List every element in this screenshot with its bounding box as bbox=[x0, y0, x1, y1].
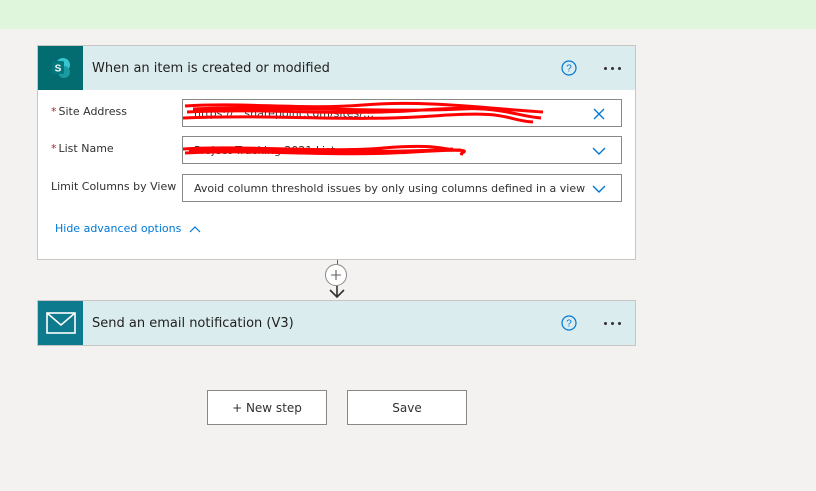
svg-text:?: ? bbox=[566, 319, 572, 330]
mail-icon bbox=[38, 301, 83, 345]
help-icon[interactable]: ? bbox=[561, 315, 577, 331]
insert-step-button[interactable] bbox=[325, 264, 347, 286]
hide-advanced-options-link[interactable]: Hide advanced options bbox=[55, 222, 201, 235]
action-card-title: Send an email notification (V3) bbox=[92, 315, 294, 331]
help-icon[interactable]: ? bbox=[561, 60, 577, 76]
chevron-down-icon[interactable] bbox=[591, 181, 607, 197]
new-step-button[interactable]: + New step bbox=[207, 390, 327, 425]
svg-text:S: S bbox=[54, 64, 61, 75]
more-options-icon[interactable] bbox=[599, 313, 625, 333]
redaction-scribble bbox=[183, 144, 466, 156]
chevron-down-icon[interactable] bbox=[591, 143, 607, 159]
limit-columns-value: Avoid column threshold issues by only us… bbox=[194, 182, 586, 195]
list-name-label: * List Name bbox=[51, 142, 114, 155]
list-name-dropdown[interactable]: Project Tracking 2021 List bbox=[182, 136, 622, 164]
limit-columns-dropdown[interactable]: Avoid column threshold issues by only us… bbox=[182, 174, 622, 202]
save-button[interactable]: Save bbox=[347, 390, 467, 425]
trigger-card: S When an item is created or modified ? … bbox=[37, 45, 636, 260]
sharepoint-icon: S bbox=[38, 46, 83, 90]
site-address-row: * Site Address https://…sharepoint.com/si… bbox=[38, 99, 637, 129]
more-options-icon[interactable] bbox=[599, 58, 625, 78]
svg-text:?: ? bbox=[566, 64, 572, 75]
trigger-card-title: When an item is created or modified bbox=[92, 60, 330, 76]
required-marker: * bbox=[51, 142, 57, 155]
limit-columns-label: Limit Columns by View bbox=[51, 180, 177, 193]
site-address-input[interactable]: https://…sharepoint.com/sites/… bbox=[182, 99, 622, 127]
action-card-header[interactable]: Send an email notification (V3) ? bbox=[38, 301, 635, 345]
site-address-label: * Site Address bbox=[51, 105, 127, 118]
arrow-down-icon bbox=[329, 286, 345, 298]
limit-columns-row: Limit Columns by View Avoid column thres… bbox=[38, 174, 637, 204]
redaction-scribble bbox=[183, 101, 544, 124]
clear-icon[interactable] bbox=[591, 106, 607, 122]
trigger-card-header[interactable]: S When an item is created or modified ? bbox=[38, 46, 635, 90]
action-card: Send an email notification (V3) ? bbox=[37, 300, 636, 346]
notification-bar bbox=[0, 0, 816, 29]
plus-icon bbox=[331, 270, 341, 280]
list-name-row: * List Name Project Tracking 2021 List bbox=[38, 136, 637, 166]
required-marker: * bbox=[51, 105, 57, 118]
chevron-up-icon bbox=[189, 225, 201, 232]
